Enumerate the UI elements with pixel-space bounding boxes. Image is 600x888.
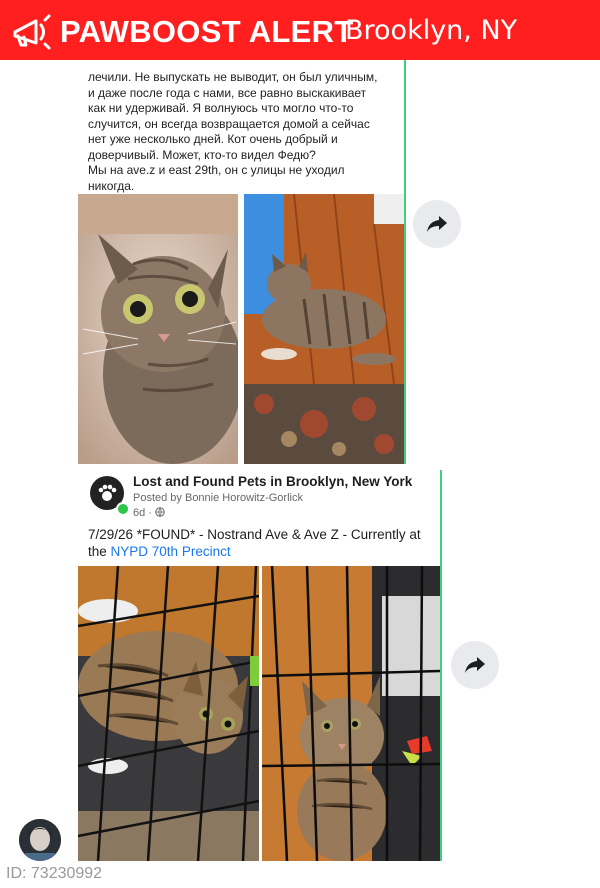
cat-lying-on-floor-photo[interactable] bbox=[244, 194, 404, 464]
precinct-link[interactable]: NYPD 70th Precinct bbox=[111, 544, 231, 559]
share-button[interactable] bbox=[413, 200, 461, 248]
found-post-text: 7/29/26 *FOUND* - Nostrand Ave & Ave Z -… bbox=[88, 526, 433, 560]
share-arrow-icon bbox=[427, 216, 447, 232]
megaphone-icon bbox=[13, 14, 51, 50]
post-text: лечили. Не выпускать не выводит, он был … bbox=[88, 70, 378, 193]
globe-icon bbox=[155, 507, 165, 517]
online-indicator bbox=[116, 502, 130, 516]
share-arrow-icon bbox=[465, 657, 485, 673]
user-avatar[interactable] bbox=[19, 819, 61, 861]
brand-title: PAWBOOST ALERT bbox=[60, 14, 354, 49]
post-card-2: Lost and Found Pets in Brooklyn, New Yor… bbox=[78, 470, 442, 861]
location-label: Brooklyn, NY bbox=[345, 15, 518, 46]
post-age: 6d · bbox=[133, 507, 165, 519]
share-button[interactable] bbox=[451, 641, 499, 689]
paw-icon bbox=[98, 484, 117, 501]
post-age-text: 6d · bbox=[133, 507, 156, 519]
cat-looking-up-photo[interactable] bbox=[78, 194, 238, 464]
cat-in-cage-photo-1[interactable] bbox=[78, 566, 259, 861]
posted-by-label: Posted by Bonnie Horowitz-Gorlick bbox=[133, 492, 303, 504]
alert-header: PAWBOOST ALERT Brooklyn, NY bbox=[0, 0, 600, 60]
alert-id: ID: 73230992 bbox=[6, 865, 103, 882]
post-card-1: лечили. Не выпускать не выводит, он был … bbox=[78, 60, 406, 464]
cat-in-cage-photo-2[interactable] bbox=[262, 566, 440, 861]
group-name-link[interactable]: Lost and Found Pets in Brooklyn, New Yor… bbox=[133, 474, 412, 489]
